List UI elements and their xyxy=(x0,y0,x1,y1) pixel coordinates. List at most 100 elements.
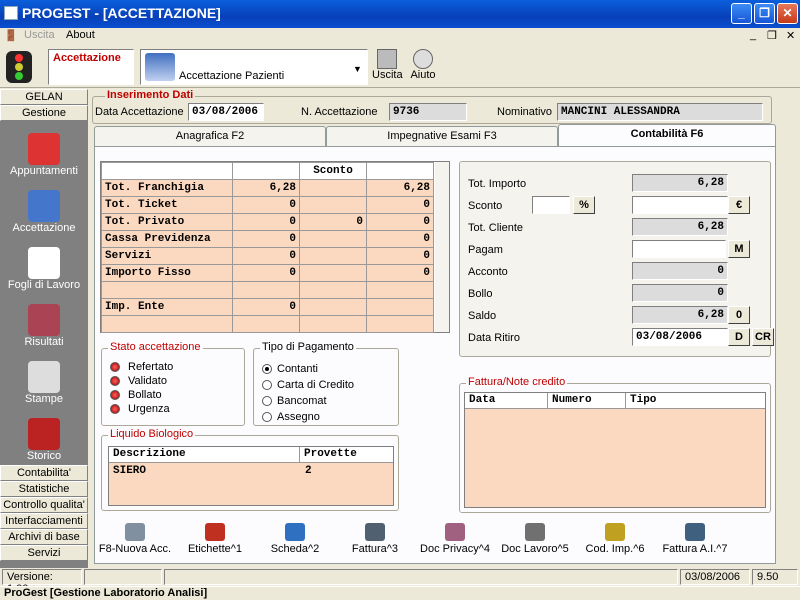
sidebar-archivi[interactable]: Archivi di base xyxy=(0,529,88,545)
results-icon xyxy=(28,304,60,336)
pagam-label: Pagam xyxy=(468,244,503,256)
sidebar-header-gelan[interactable]: GELAN xyxy=(0,89,88,105)
tab-contabilita[interactable]: Contabilità F6 xyxy=(558,124,776,146)
fattura-table: Data Numero Tipo xyxy=(464,392,766,508)
chevron-down-icon[interactable]: ▼ xyxy=(353,64,362,74)
sidebar-item-appuntamenti[interactable]: Appuntamenti xyxy=(0,133,88,186)
radio-carta[interactable]: Carta di Credito xyxy=(262,377,354,393)
col-descrizione: Descrizione xyxy=(113,448,186,460)
menu-about[interactable]: About xyxy=(66,29,95,41)
sidebar: GELAN Gestione Appuntamenti Accettazione… xyxy=(0,89,88,569)
fattura-ai-button[interactable]: Fattura A.I.^7 xyxy=(655,523,735,563)
book-icon xyxy=(145,53,175,81)
table-row[interactable]: SIERO 2 xyxy=(109,463,393,479)
module-combo[interactable]: Accettazione Pazienti ▼ xyxy=(140,49,368,85)
acconto-field[interactable]: 0 xyxy=(632,262,728,280)
tab-anagrafica[interactable]: Anagrafica F2 xyxy=(94,126,326,146)
m-button[interactable]: M xyxy=(728,240,750,258)
ritiro-field[interactable]: 03/08/2006 xyxy=(632,328,728,346)
combo-value: Accettazione Pazienti xyxy=(179,70,285,82)
date-field[interactable]: 03/08/2006 xyxy=(188,103,264,121)
sidebar-item-storico[interactable]: Storico xyxy=(0,418,88,471)
stato-validato: Validato xyxy=(110,375,173,389)
table-row[interactable]: Cassa Previdenza 0 0 xyxy=(101,230,434,248)
table-row[interactable] xyxy=(101,315,434,333)
sidebar-interfacciamenti[interactable]: Interfacciamenti xyxy=(0,513,88,529)
sidebar-statistiche[interactable]: Statistiche xyxy=(0,481,88,497)
sidebar-item-fogli[interactable]: Fogli di Lavoro xyxy=(0,247,88,300)
stato-group: Stato accettazione Refertato Validato Bo… xyxy=(101,341,245,426)
tot-cliente-field[interactable]: 6,28 xyxy=(632,218,728,236)
fattura-button[interactable]: Fattura^3 xyxy=(335,523,415,563)
window-title: PROGEST - [ACCETTAZIONE] xyxy=(22,5,221,21)
radio-assegno[interactable]: Assegno xyxy=(262,409,354,425)
etichette-button[interactable]: Etichette^1 xyxy=(175,523,255,563)
mdi-restore[interactable]: ❐ xyxy=(767,29,777,42)
amounts-grid: Sconto Tot. Franchigia 6,28 6,28 Tot. Tick… xyxy=(100,161,450,333)
sidebar-controllo[interactable]: Controllo qualita' xyxy=(0,497,88,513)
grid-scrollbar[interactable] xyxy=(435,162,449,332)
nuova-acc-button[interactable]: F8-Nuova Acc. xyxy=(95,523,175,563)
pagamento-group: Tipo di Pagamento Contanti Carta di Cred… xyxy=(253,341,399,426)
num-field[interactable]: 9736 xyxy=(389,103,467,121)
pagam-field[interactable] xyxy=(632,240,726,258)
amounts-table: Sconto Tot. Franchigia 6,28 6,28 Tot. Tick… xyxy=(101,162,434,333)
table-row[interactable]: Importo Fisso 0 0 xyxy=(101,264,434,282)
privacy-icon xyxy=(445,523,465,541)
cr-button[interactable]: CR xyxy=(752,328,774,346)
uscita-label: Uscita xyxy=(372,69,403,81)
stato-urgenza: Urgenza xyxy=(110,403,173,417)
d-button[interactable]: D xyxy=(728,328,750,346)
close-button[interactable]: ✕ xyxy=(777,3,798,24)
table-row[interactable]: Tot. Franchigia 6,28 6,28 xyxy=(101,179,434,197)
col-tipo: Tipo xyxy=(625,393,660,409)
doc-lavoro-button[interactable]: Doc Lavoro^5 xyxy=(495,523,575,563)
liquido-title: Liquido Biologico xyxy=(108,428,196,440)
sconto-value-field[interactable] xyxy=(632,196,728,214)
app-icon xyxy=(4,6,18,20)
sidebar-item-accettazione[interactable]: Accettazione xyxy=(0,190,88,243)
radio-bancomat[interactable]: Bancomat xyxy=(262,393,354,409)
saldo-field[interactable]: 6,28 xyxy=(632,306,728,324)
sconto-pct-field[interactable] xyxy=(532,196,570,214)
contabilita-panel: Sconto Tot. Franchigia 6,28 6,28 Tot. Tick… xyxy=(94,146,776,564)
euro-button[interactable]: € xyxy=(728,196,750,214)
table-row[interactable]: Tot. Ticket 0 0 xyxy=(101,196,434,214)
status-led-icon xyxy=(110,390,120,401)
uscita-button[interactable]: Uscita xyxy=(372,49,403,81)
minimize-button[interactable]: _ xyxy=(731,3,752,24)
sidebar-item-stampe[interactable]: Stampe xyxy=(0,361,88,414)
tab-impegnative[interactable]: Impegnative Esami F3 xyxy=(326,126,558,146)
tot-importo-field[interactable]: 6,28 xyxy=(632,174,728,192)
zero-button[interactable]: 0 xyxy=(728,306,750,324)
sidebar-header-gestione[interactable]: Gestione xyxy=(0,105,88,121)
help-icon xyxy=(413,49,433,69)
aiuto-button[interactable]: Aiuto xyxy=(408,49,438,81)
table-row[interactable]: Servizi 0 0 xyxy=(101,247,434,265)
status-led-icon xyxy=(110,376,120,387)
radio-contanti[interactable]: Contanti xyxy=(262,361,354,377)
taskbar: ProGest [Gestione Laboratorio Analisi] xyxy=(0,586,800,600)
date-label: Data Accettazione xyxy=(95,106,184,118)
menu-uscita[interactable]: Uscita xyxy=(24,29,55,41)
doc-privacy-button[interactable]: Doc Privacy^4 xyxy=(415,523,495,563)
invoice-icon xyxy=(365,523,385,541)
scheda-button[interactable]: Scheda^2 xyxy=(255,523,335,563)
table-row[interactable]: Imp. Ente 0 xyxy=(101,298,434,316)
time-cell: 9.50 xyxy=(752,569,798,585)
bollo-field[interactable]: 0 xyxy=(632,284,728,302)
cod-imp-button[interactable]: Cod. Imp.^6 xyxy=(575,523,655,563)
sidebar-item-risultati[interactable]: Risultati xyxy=(0,304,88,357)
sidebar-contabilita[interactable]: Contabilita' xyxy=(0,465,88,481)
percent-button[interactable]: % xyxy=(573,196,595,214)
mdi-close[interactable]: ✕ xyxy=(786,29,795,42)
col-numero: Numero xyxy=(547,393,596,409)
mdi-minimize[interactable]: _ xyxy=(750,29,756,41)
toolbar: Accettazione Accettazione Pazienti ▼ Usc… xyxy=(0,45,800,88)
restore-button[interactable]: ❐ xyxy=(754,3,775,24)
liquido-group: Liquido Biologico Descrizione Provette S… xyxy=(101,428,399,511)
table-row[interactable]: Tot. Privato 0 0 0 xyxy=(101,213,434,231)
table-row[interactable] xyxy=(101,281,434,299)
sidebar-servizi[interactable]: Servizi xyxy=(0,545,88,561)
nom-field[interactable]: MANCINI ALESSANDRA xyxy=(557,103,763,121)
